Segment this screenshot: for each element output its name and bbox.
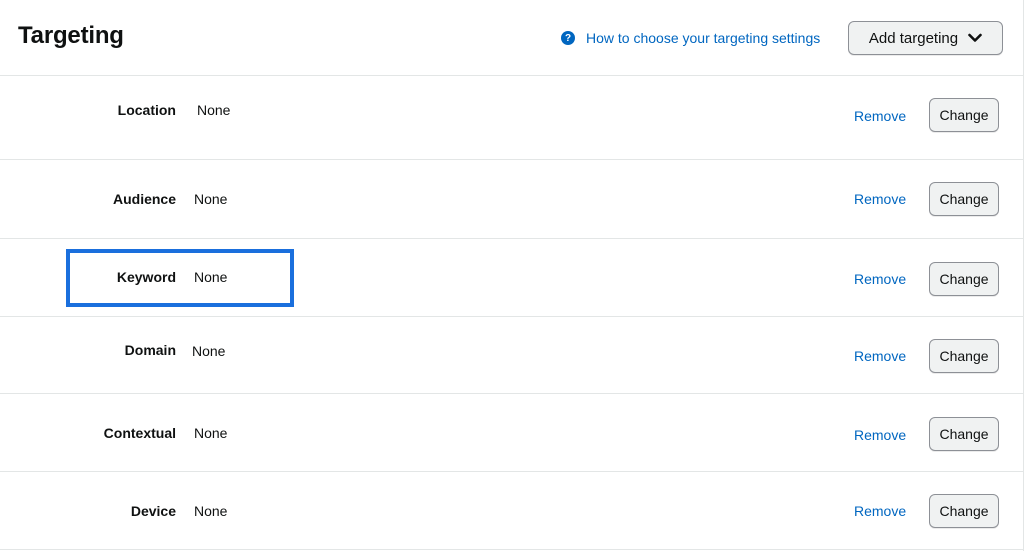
row-value: None bbox=[192, 343, 226, 359]
row-label: Keyword bbox=[116, 269, 176, 285]
page-title: Targeting bbox=[18, 22, 124, 49]
row-value: None bbox=[194, 425, 228, 441]
remove-audience-link[interactable]: Remove bbox=[854, 191, 906, 207]
targeting-row-contextual: Contextual None Remove Change bbox=[0, 394, 1024, 472]
remove-keyword-link[interactable]: Remove bbox=[854, 271, 906, 287]
row-label: Device bbox=[130, 503, 176, 519]
row-value: None bbox=[194, 269, 228, 285]
question-circle-icon: ? bbox=[561, 31, 575, 45]
row-value: None bbox=[194, 191, 228, 207]
remove-domain-link[interactable]: Remove bbox=[854, 348, 906, 364]
change-domain-button[interactable]: Change bbox=[929, 339, 999, 373]
change-keyword-button[interactable]: Change bbox=[929, 262, 999, 296]
change-contextual-button[interactable]: Change bbox=[929, 417, 999, 451]
help-link[interactable]: ? How to choose your targeting settings bbox=[561, 30, 820, 46]
add-targeting-button[interactable]: Add targeting bbox=[848, 21, 1003, 55]
remove-contextual-link[interactable]: Remove bbox=[854, 427, 906, 443]
row-label: Domain bbox=[124, 342, 176, 358]
row-value: None bbox=[197, 102, 231, 118]
remove-device-link[interactable]: Remove bbox=[854, 503, 906, 519]
chevron-down-icon bbox=[968, 30, 982, 47]
targeting-row-audience: Audience None Remove Change bbox=[0, 160, 1024, 239]
targeting-header: Targeting ? How to choose your targeting… bbox=[0, 0, 1024, 76]
remove-location-link[interactable]: Remove bbox=[854, 108, 906, 124]
row-label: Audience bbox=[112, 191, 176, 207]
targeting-row-device: Device None Remove Change bbox=[0, 472, 1024, 550]
change-device-button[interactable]: Change bbox=[929, 494, 999, 528]
change-audience-button[interactable]: Change bbox=[929, 182, 999, 216]
targeting-panel: Targeting ? How to choose your targeting… bbox=[0, 0, 1024, 551]
row-label: Contextual bbox=[103, 425, 176, 441]
targeting-row-keyword: Keyword None Remove Change bbox=[0, 239, 1024, 317]
row-value: None bbox=[194, 503, 228, 519]
row-label: Location bbox=[117, 102, 176, 118]
add-targeting-label: Add targeting bbox=[868, 29, 959, 47]
targeting-row-location: Location None Remove Change bbox=[0, 77, 1024, 160]
help-link-label: How to choose your targeting settings bbox=[586, 30, 821, 46]
targeting-row-domain: Domain None Remove Change bbox=[0, 317, 1024, 394]
change-location-button[interactable]: Change bbox=[929, 98, 999, 132]
